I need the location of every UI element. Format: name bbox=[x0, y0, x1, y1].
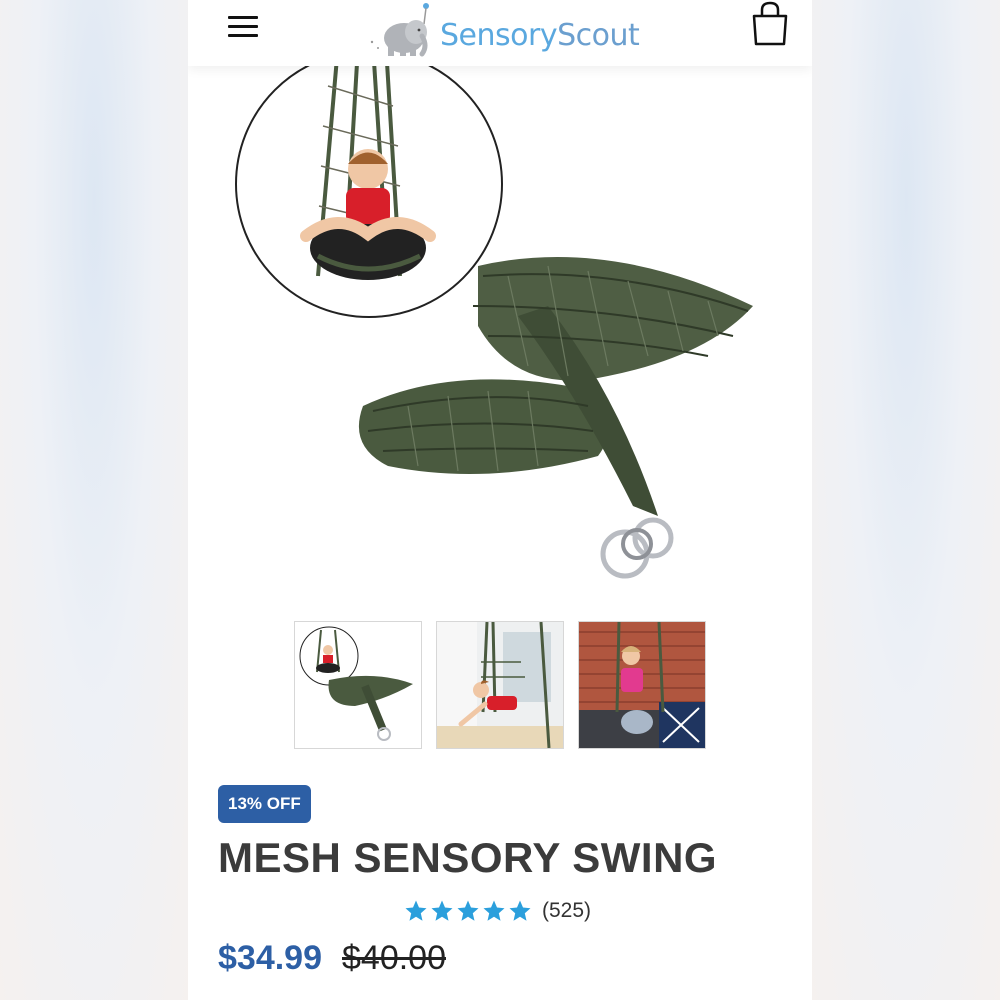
compare-at-price: $40.00 bbox=[342, 938, 446, 977]
hamburger-icon[interactable] bbox=[226, 14, 260, 40]
mobile-page: SensoryScout 13% OFF MESH SENSORY SWING … bbox=[188, 0, 812, 1000]
elephant-icon bbox=[370, 3, 429, 57]
star-icon bbox=[483, 900, 505, 921]
discount-badge: 13% OFF bbox=[218, 785, 311, 823]
thumbnail-3[interactable] bbox=[578, 621, 706, 749]
price-row: $34.99 $40.00 bbox=[218, 936, 446, 980]
product-main-image[interactable] bbox=[188, 50, 812, 606]
review-count[interactable]: (525) bbox=[542, 899, 591, 923]
star-icon bbox=[405, 900, 427, 921]
star-icon bbox=[457, 900, 479, 921]
site-header: SensoryScout bbox=[188, 0, 812, 66]
star-icon bbox=[509, 900, 531, 921]
child-in-swing-illustration bbox=[236, 51, 502, 317]
brand-name: SensoryScout bbox=[440, 18, 640, 53]
star-icon bbox=[431, 900, 453, 921]
thumbnail-1[interactable] bbox=[294, 621, 422, 749]
star-rating bbox=[404, 899, 532, 923]
product-rating[interactable]: (525) bbox=[404, 896, 591, 926]
brand-logo[interactable]: SensoryScout bbox=[364, 2, 640, 60]
thumbnail-2[interactable] bbox=[436, 621, 564, 749]
sale-price: $34.99 bbox=[218, 938, 322, 977]
background-left bbox=[0, 0, 188, 1000]
background-right bbox=[812, 0, 1000, 1000]
thumbnail-gallery bbox=[294, 621, 706, 749]
product-title: MESH SENSORY SWING bbox=[218, 834, 718, 881]
shopping-bag-icon[interactable] bbox=[748, 0, 792, 50]
